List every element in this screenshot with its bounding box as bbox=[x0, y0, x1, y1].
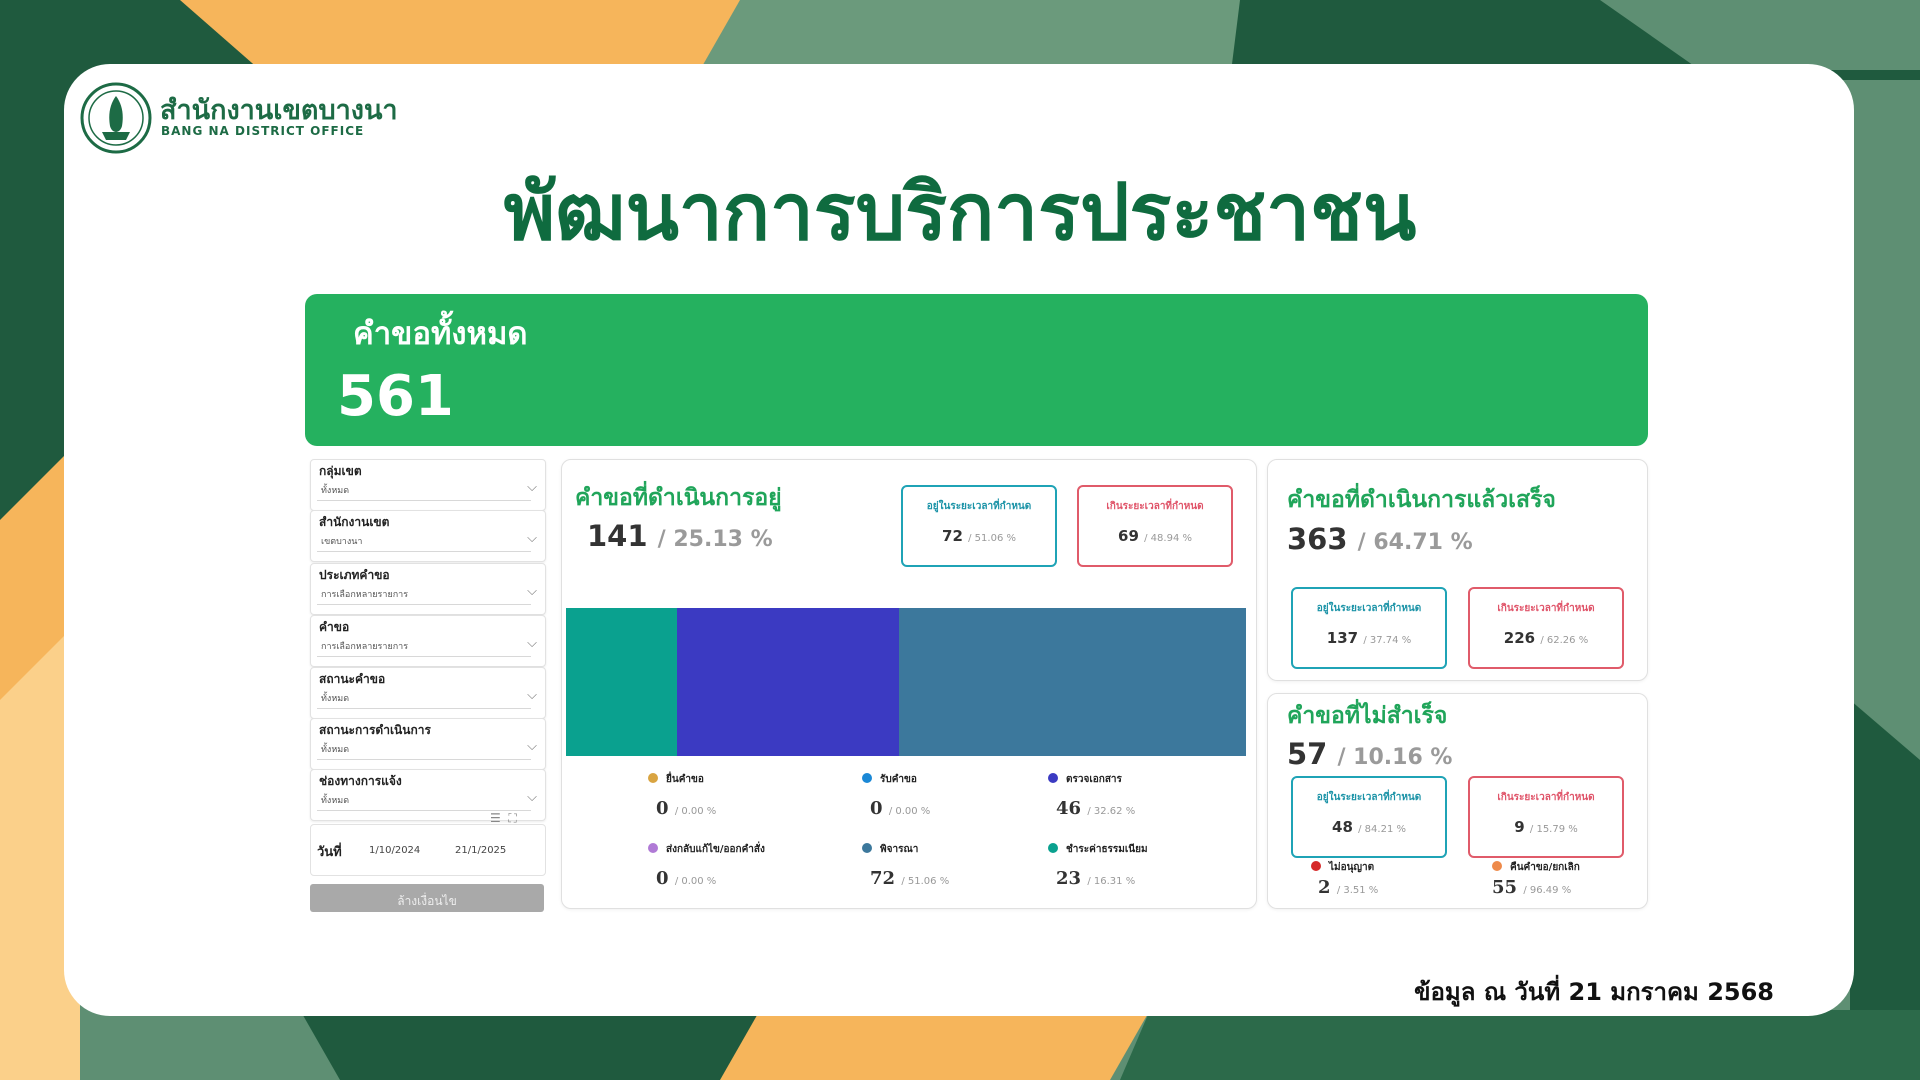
reason-not-allowed-value: 2 / 3.51 % bbox=[1318, 877, 1379, 898]
chevron-down-icon[interactable]: ⌵ bbox=[527, 480, 537, 495]
filter-value: เขตบางนา bbox=[317, 533, 531, 552]
completed-count-pct: / 64.71 % bbox=[1357, 530, 1473, 555]
within-time-value: 48 / 84.21 % bbox=[1332, 818, 1406, 836]
legend-dot bbox=[1048, 843, 1058, 853]
chevron-down-icon[interactable]: ⌵ bbox=[527, 636, 537, 651]
completed-title: คำขอที่ดำเนินการแล้วเสร็จ bbox=[1287, 487, 1556, 513]
filter-icon[interactable]: ☰ bbox=[490, 811, 501, 825]
legend-dot bbox=[1048, 773, 1058, 783]
completed-within-time-card: อยู่ในระยะเวลาที่กำหนด 137 / 37.74 % bbox=[1291, 587, 1447, 669]
failed-count-value: 57 bbox=[1287, 737, 1328, 771]
clear-filters-button[interactable]: ล้างเงื่อนไข bbox=[310, 884, 544, 912]
in-progress-title: คำขอที่ดำเนินการอยู่ bbox=[575, 485, 782, 511]
stage-legend-value: 46 / 32.62 % bbox=[1056, 798, 1136, 819]
filter-value: ทั้งหมด bbox=[317, 741, 531, 760]
filter-label: ช่องทางการแจ้ง bbox=[319, 774, 402, 788]
reason-not-allowed-legend: ไม่อนุญาต bbox=[1311, 860, 1374, 875]
filter-value: ทั้งหมด bbox=[317, 792, 531, 811]
page-title: พัฒนาการบริการประชาชน bbox=[503, 168, 1417, 258]
stage-legend-item: รับคำขอ bbox=[862, 772, 917, 787]
filter-label: กลุ่มเขต bbox=[319, 464, 362, 478]
over-time-value: 69 / 48.94 % bbox=[1118, 527, 1192, 545]
over-time-label: เกินระยะเวลาที่กำหนด bbox=[1497, 603, 1595, 614]
org-name-english: BANG NA DISTRICT OFFICE bbox=[161, 124, 365, 138]
in-progress-count-pct: / 25.13 % bbox=[657, 527, 773, 552]
filter-value: ทั้งหมด bbox=[317, 690, 531, 709]
over-time-label: เกินระยะเวลาที่กำหนด bbox=[1106, 501, 1204, 512]
stage-legend-value: 0 / 0.00 % bbox=[656, 868, 717, 889]
filter-value: ทั้งหมด bbox=[317, 482, 531, 501]
legend-dot bbox=[1492, 861, 1502, 871]
filter-value: การเลือกหลายรายการ bbox=[317, 638, 531, 657]
date-label: วันที่ bbox=[317, 845, 342, 860]
legend-dot bbox=[648, 773, 658, 783]
date-to-input[interactable]: 21/1/2025 bbox=[455, 845, 506, 856]
filter-district-office[interactable]: สำนักงานเขต เขตบางนา ⌵ bbox=[310, 510, 546, 562]
stage-legend-value: 0 / 0.00 % bbox=[656, 798, 717, 819]
chevron-down-icon[interactable]: ⌵ bbox=[527, 790, 537, 805]
expand-icon[interactable]: ⛶ bbox=[508, 811, 516, 825]
filter-request-type[interactable]: ประเภทคำขอ การเลือกหลายรายการ ⌵ bbox=[310, 563, 546, 615]
date-from-input[interactable]: 1/10/2024 bbox=[369, 845, 420, 856]
stage-legend-item: ชำระค่าธรรมเนียม bbox=[1048, 842, 1148, 857]
failed-count: 57 / 10.16 % bbox=[1287, 737, 1452, 771]
stage-legend-item: ตรวจเอกสาร bbox=[1048, 772, 1122, 787]
over-time-value: 226 / 62.26 % bbox=[1503, 629, 1589, 647]
bangkok-seal-icon bbox=[80, 82, 152, 154]
stage-legend-value: 72 / 51.06 % bbox=[870, 868, 950, 889]
data-as-of-note: ข้อมูล ณ วันที่ 21 มกราคม 2568 bbox=[1414, 978, 1774, 1006]
in-progress-count: 141 / 25.13 % bbox=[587, 519, 773, 553]
filter-label: สถานะการดำเนินการ bbox=[319, 723, 431, 737]
stage-legend-item: พิจารณา bbox=[862, 842, 918, 857]
completed-count: 363 / 64.71 % bbox=[1287, 522, 1473, 556]
within-time-label: อยู่ในระยะเวลาที่กำหนด bbox=[1316, 792, 1422, 803]
filter-value: การเลือกหลายรายการ bbox=[317, 586, 531, 605]
filter-request[interactable]: คำขอ การเลือกหลายรายการ ⌵ bbox=[310, 615, 546, 667]
filter-label: คำขอ bbox=[319, 620, 350, 634]
filter-label: สถานะคำขอ bbox=[319, 672, 386, 686]
within-time-value: 72 / 51.06 % bbox=[942, 527, 1016, 545]
stage-stacked-bar bbox=[566, 608, 1246, 756]
legend-dot bbox=[862, 843, 872, 853]
legend-dot bbox=[1311, 861, 1321, 871]
completed-over-time-card: เกินระยะเวลาที่กำหนด 226 / 62.26 % bbox=[1468, 587, 1624, 669]
chevron-down-icon[interactable]: ⌵ bbox=[527, 531, 537, 546]
failed-over-time-card: เกินระยะเวลาที่กำหนด 9 / 15.79 % bbox=[1468, 776, 1624, 858]
date-range-filter: วันที่ 1/10/2024 21/1/2025 bbox=[310, 824, 546, 876]
chevron-down-icon[interactable]: ⌵ bbox=[527, 688, 537, 703]
stage-legend-item: ยื่นคำขอ bbox=[648, 772, 704, 787]
failed-count-pct: / 10.16 % bbox=[1337, 745, 1453, 770]
reason-returned-value: 55 / 96.49 % bbox=[1492, 877, 1572, 898]
total-value: 561 bbox=[337, 364, 454, 429]
within-time-label: อยู่ในระยะเวลาที่กำหนด bbox=[1316, 603, 1422, 614]
over-time-label: เกินระยะเวลาที่กำหนด bbox=[1497, 792, 1595, 803]
in-progress-count-value: 141 bbox=[587, 519, 648, 553]
filter-process-status[interactable]: สถานะการดำเนินการ ทั้งหมด ⌵ bbox=[310, 718, 546, 770]
legend-dot bbox=[648, 843, 658, 853]
failed-within-time-card: อยู่ในระยะเวลาที่กำหนด 48 / 84.21 % bbox=[1291, 776, 1447, 858]
over-time-value: 9 / 15.79 % bbox=[1514, 818, 1578, 836]
failed-title: คำขอที่ไม่สำเร็จ bbox=[1287, 703, 1448, 729]
filter-label: สำนักงานเขต bbox=[319, 515, 390, 529]
within-time-label: อยู่ในระยะเวลาที่กำหนด bbox=[926, 501, 1032, 512]
filter-label: ประเภทคำขอ bbox=[319, 568, 390, 582]
reason-returned-legend: คืนคำขอ/ยกเลิก bbox=[1492, 860, 1580, 875]
stage-bar-segment[interactable] bbox=[898, 608, 1246, 756]
legend-dot bbox=[862, 773, 872, 783]
stage-bar-segment[interactable] bbox=[676, 608, 899, 756]
stage-bar-segment[interactable] bbox=[566, 608, 677, 756]
completed-count-value: 363 bbox=[1287, 522, 1348, 556]
within-time-value: 137 / 37.74 % bbox=[1326, 629, 1412, 647]
in-progress-over-time-card: เกินระยะเวลาที่กำหนด 69 / 48.94 % bbox=[1077, 485, 1233, 567]
in-progress-within-time-card: อยู่ในระยะเวลาที่กำหนด 72 / 51.06 % bbox=[901, 485, 1057, 567]
stage-legend-value: 0 / 0.00 % bbox=[870, 798, 931, 819]
chevron-down-icon[interactable]: ⌵ bbox=[527, 739, 537, 754]
stage-legend-value: 23 / 16.31 % bbox=[1056, 868, 1136, 889]
filter-request-status[interactable]: สถานะคำขอ ทั้งหมด ⌵ bbox=[310, 667, 546, 719]
total-requests-banner: คำขอทั้งหมด 561 bbox=[305, 294, 1648, 446]
filter-district-group[interactable]: กลุ่มเขต ทั้งหมด ⌵ bbox=[310, 459, 546, 511]
stage-legend-item: ส่งกลับแก้ไข/ออกคำสั่ง bbox=[648, 842, 765, 857]
chevron-down-icon[interactable]: ⌵ bbox=[527, 584, 537, 599]
total-label: คำขอทั้งหมด bbox=[353, 316, 528, 352]
